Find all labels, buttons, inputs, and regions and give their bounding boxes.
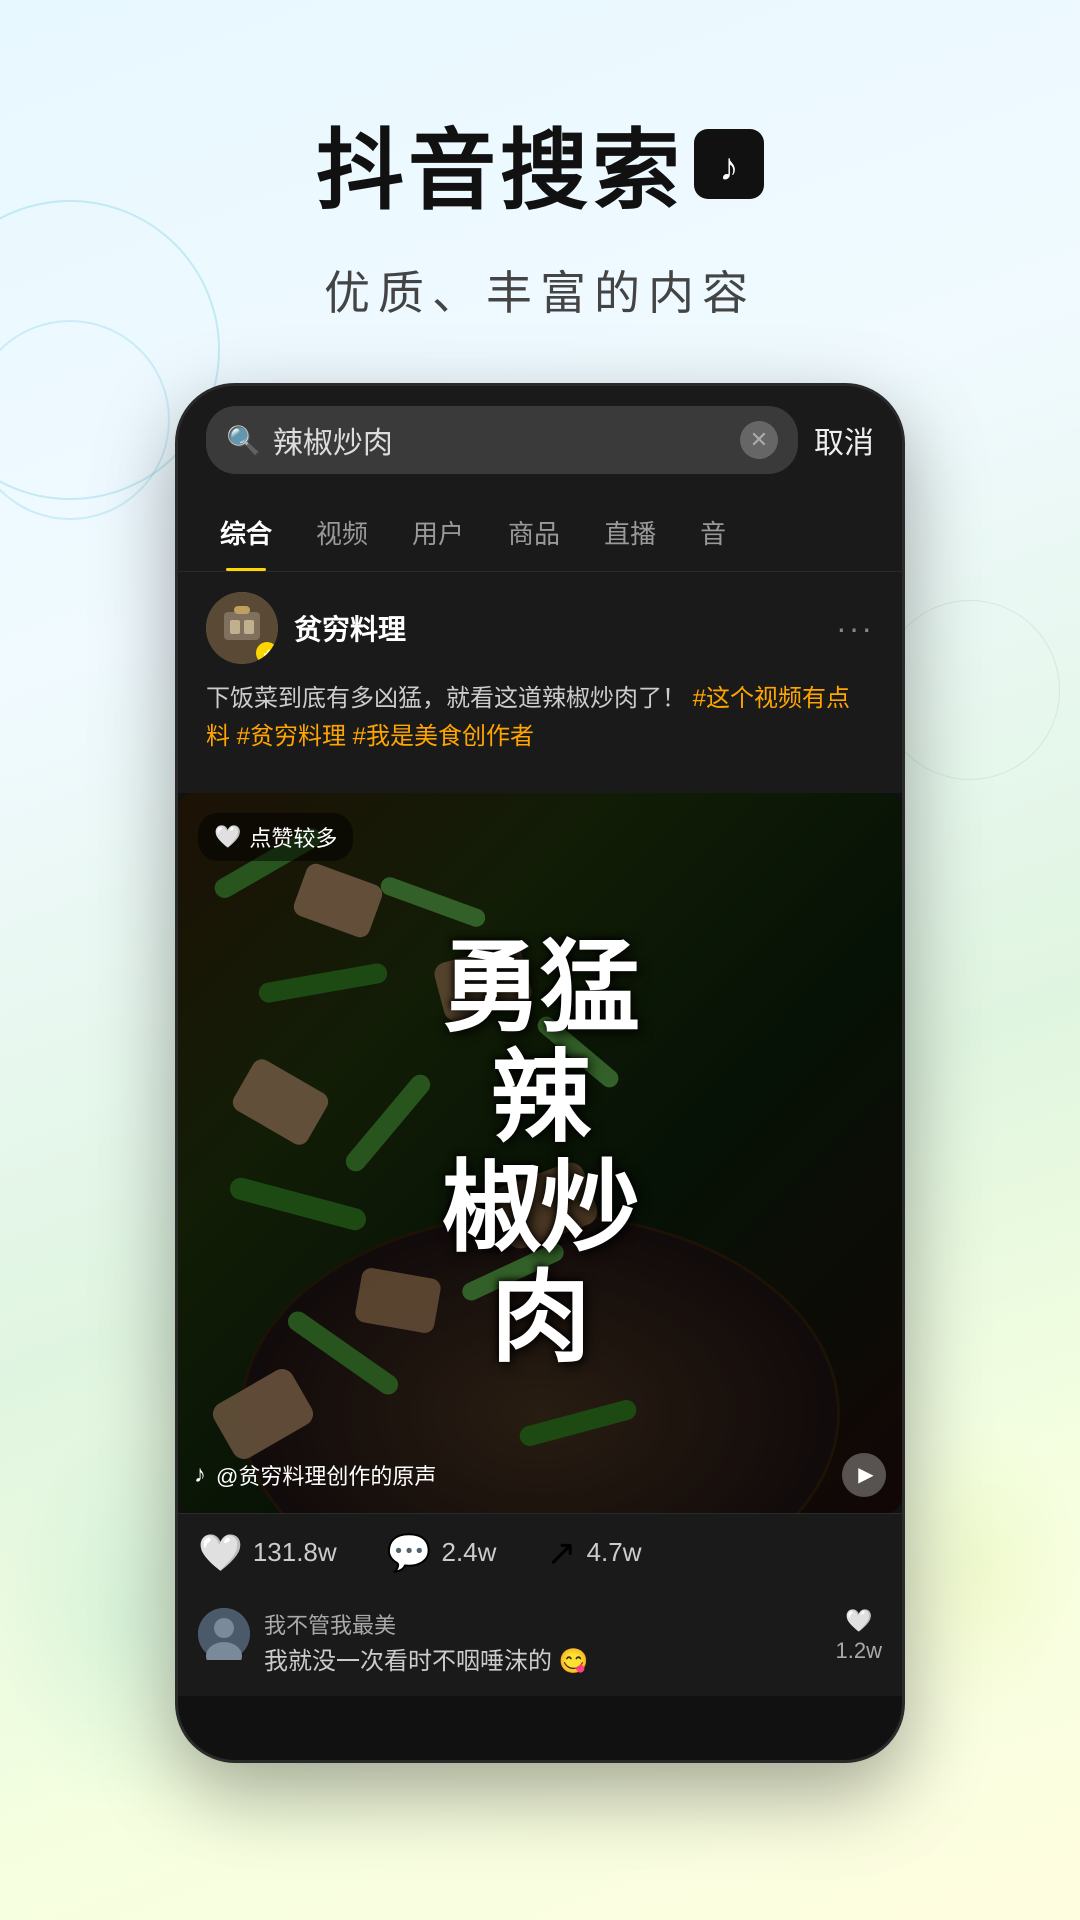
heart-icon: 🤍 [214,824,241,850]
comment-content: 我不管我最美 我就没一次看时不咽唾沫的 😋 [264,1608,822,1680]
comment-like-section[interactable]: 🤍 1.2w [836,1608,882,1664]
commenter-username: 我不管我最美 [264,1608,822,1640]
close-icon: ✕ [750,427,768,453]
comment-icon: 💬 [387,1532,432,1574]
like-button[interactable]: 🤍 131.8w [198,1532,337,1574]
cancel-button[interactable]: 取消 [814,418,874,462]
content-area: ✓ 贫穷料理 ··· 下饭菜到底有多凶猛，就看这道辣椒炒肉了！ #这个视频有点料… [178,572,902,793]
tab-用户[interactable]: 用户 [390,494,486,571]
interaction-bar: 🤍 131.8w 💬 2.4w ↗ 4.7w [178,1513,902,1592]
search-icon: 🔍 [226,424,261,457]
video-text-overlay: 勇猛辣椒炒肉 [214,933,866,1373]
share-button[interactable]: ↗ 4.7w [546,1532,641,1574]
commenter-avatar-image [198,1608,250,1660]
post-username[interactable]: 贫穷料理 [294,608,406,648]
like-badge-text: 点赞较多 [249,821,337,853]
phone-container: 🔍 辣椒炒肉 ✕ 取消 综合 视频 用户 商品 直播 [0,383,1080,1763]
caption-text: 下饭菜到底有多凶猛，就看这道辣椒炒肉了！ [206,685,686,712]
user-avatar[interactable]: ✓ [206,592,278,664]
play-icon-symbol: ▶ [858,1462,873,1487]
header-section: 抖音搜索 ♪ 优质、丰富的内容 [0,0,1080,383]
video-overlay-text: 勇猛辣椒炒肉 [214,933,866,1373]
like-badge: 🤍 点赞较多 [198,813,353,861]
phone-mockup: 🔍 辣椒炒肉 ✕ 取消 综合 视频 用户 商品 直播 [175,383,905,1763]
comment-heart-icon: 🤍 [845,1608,872,1634]
search-clear-button[interactable]: ✕ [740,421,778,459]
video-container[interactable]: 🤍 点赞较多 勇猛辣椒炒肉 ♪ @贫穷料理创作的原声 ▶ [178,793,902,1513]
app-title-row: 抖音搜索 ♪ [0,100,1080,227]
video-sound-bar: ♪ @贫穷料理创作的原声 ▶ [194,1453,886,1497]
comment-button[interactable]: 💬 2.4w [387,1532,497,1574]
comment-preview: 我不管我最美 我就没一次看时不咽唾沫的 😋 🤍 1.2w [178,1592,902,1696]
share-icon: ↗ [546,1532,576,1574]
tab-综合[interactable]: 综合 [198,494,294,571]
search-box[interactable]: 🔍 辣椒炒肉 ✕ [206,406,798,474]
sound-text: @贫穷料理创作的原声 [216,1459,436,1491]
tab-bar: 综合 视频 用户 商品 直播 音 [178,494,902,572]
share-count: 4.7w [587,1537,642,1568]
commenter-avatar [198,1608,250,1660]
svg-text:♪: ♪ [719,145,738,188]
comment-text: 我就没一次看时不咽唾沫的 😋 [264,1644,822,1680]
post-caption: 下饭菜到底有多凶猛，就看这道辣椒炒肉了！ #这个视频有点料 #贫穷料理 #我是美… [206,680,874,757]
verified-badge: ✓ [256,642,278,664]
search-area: 🔍 辣椒炒肉 ✕ 取消 [178,386,902,494]
more-options-button[interactable]: ··· [836,610,874,647]
tiktok-logo-icon: ♪ [694,129,764,199]
tab-直播[interactable]: 直播 [582,494,678,571]
search-input-value[interactable]: 辣椒炒肉 [273,418,728,462]
tab-视频[interactable]: 视频 [294,494,390,571]
play-button[interactable]: ▶ [842,1453,886,1497]
post-header: ✓ 贫穷料理 ··· [206,592,874,664]
page-subtitle: 优质、丰富的内容 [0,257,1080,323]
page-title: 抖音搜索 [316,100,684,227]
comment-count: 2.4w [442,1537,497,1568]
like-icon: 🤍 [198,1532,243,1574]
tab-音[interactable]: 音 [678,494,748,571]
tiktok-sound-icon: ♪ [194,1461,206,1489]
tab-商品[interactable]: 商品 [486,494,582,571]
like-count: 131.8w [253,1537,337,1568]
comment-like-count: 1.2w [836,1638,882,1664]
